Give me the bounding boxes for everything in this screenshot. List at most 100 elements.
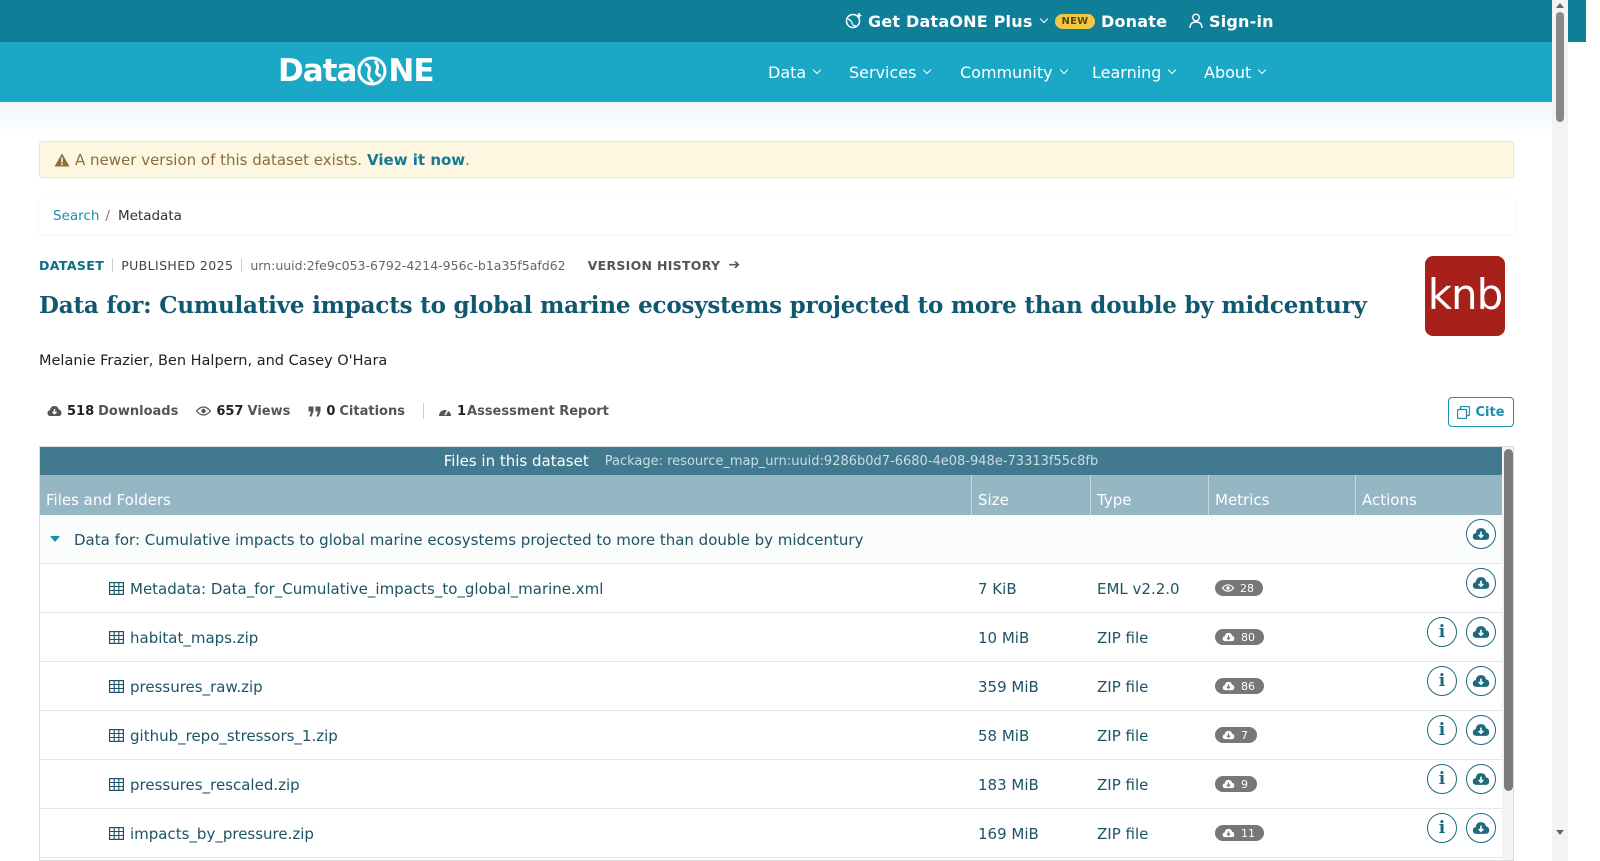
get-dataone-plus-menu[interactable]: Get DataONE Plus NEW xyxy=(845,0,1096,42)
table-icon xyxy=(109,680,124,693)
chevron-down-icon xyxy=(1168,65,1177,75)
dataset-metrics: 518 Downloads 657 Views 0 Citations 1 Assess… xyxy=(47,402,627,420)
info-button[interactable]: i xyxy=(1427,617,1457,647)
assessment-count: 1 xyxy=(456,403,467,419)
metric-badge: 7 xyxy=(1215,727,1257,743)
nav-community[interactable]: Community xyxy=(960,42,1068,102)
cite-button[interactable]: Cite xyxy=(1448,397,1514,427)
views-count: 657 xyxy=(216,403,244,419)
assessment-report-stat[interactable]: 1 Assessment Report xyxy=(438,404,609,419)
page-scrollbar-thumb[interactable] xyxy=(1556,12,1564,122)
metric-badge: 11 xyxy=(1215,825,1264,841)
file-name-label[interactable]: pressures_raw.zip xyxy=(130,678,263,696)
file-row[interactable]: github_repo_stressors_1.zip 58 MiB ZIP fil… xyxy=(40,711,1502,760)
file-name-label[interactable]: impacts_by_pressure.zip xyxy=(130,825,314,843)
download-button[interactable] xyxy=(1466,617,1496,647)
metric-count: 9 xyxy=(1241,777,1248,791)
knb-repository-logo[interactable]: knb xyxy=(1425,256,1505,336)
info-icon: i xyxy=(1438,720,1446,740)
donate-link[interactable]: Donate xyxy=(1101,0,1167,42)
info-button[interactable]: i xyxy=(1427,813,1457,843)
nav-data[interactable]: Data xyxy=(768,42,822,102)
nav-services[interactable]: Services xyxy=(849,42,932,102)
new-badge: NEW xyxy=(1054,13,1096,29)
downloads-stat[interactable]: 518 Downloads xyxy=(47,404,178,419)
breadcrumb-search[interactable]: Search xyxy=(53,208,99,224)
sign-in-link[interactable]: Sign-in xyxy=(1189,0,1274,42)
file-size: 10 MiB xyxy=(978,628,1030,647)
file-row[interactable]: impacts_by_pressure.zip 169 MiB ZIP file 11… xyxy=(40,809,1502,858)
scroll-up-arrow-icon[interactable] xyxy=(1556,3,1564,8)
info-icon: i xyxy=(1438,671,1446,691)
dataset-identifier[interactable]: urn:uuid:2fe9c053-6792-4214-956c-b1a35f5… xyxy=(250,258,565,273)
file-name-label[interactable]: github_repo_stressors_1.zip xyxy=(130,727,338,745)
views-stat[interactable]: 657 Views xyxy=(196,404,290,419)
caret-down-icon[interactable] xyxy=(50,536,60,542)
download-button[interactable] xyxy=(1466,715,1496,745)
downloads-label: Downloads xyxy=(98,403,179,419)
file-name-label[interactable]: habitat_maps.zip xyxy=(130,629,258,647)
file-type: ZIP file xyxy=(1097,824,1149,843)
citations-stat[interactable]: 0 Citations xyxy=(308,404,405,419)
table-scrollbar[interactable] xyxy=(1502,447,1513,860)
divider xyxy=(422,403,424,419)
download-folder-button[interactable] xyxy=(1466,519,1496,549)
main-navigation: Data NE Data Services Community Learning… xyxy=(0,42,1552,102)
file-name[interactable]: github_repo_stressors_1.zip xyxy=(109,711,338,760)
column-size: Size xyxy=(972,475,1091,515)
top-utility-bar: Get DataONE Plus NEW Donate Sign-in xyxy=(0,0,1586,42)
folder-name[interactable]: Data for: Cumulative impacts to global m… xyxy=(74,515,863,564)
page-scrollbar[interactable] xyxy=(1552,0,1568,861)
metric-badge: 28 xyxy=(1215,580,1263,596)
info-button[interactable]: i xyxy=(1427,715,1457,745)
download-button[interactable] xyxy=(1466,666,1496,696)
download-button[interactable] xyxy=(1466,568,1496,598)
file-row[interactable]: pressures_raw.zip 359 MiB ZIP file 86 i xyxy=(40,662,1502,711)
metric-count: 7 xyxy=(1241,728,1248,742)
file-name-label[interactable]: Metadata: Data_for_Cumulative_impacts_to… xyxy=(130,580,603,598)
download-button[interactable] xyxy=(1466,813,1496,843)
file-name[interactable]: pressures_rescaled.zip xyxy=(109,760,300,809)
alert-suffix: . xyxy=(465,150,470,169)
file-name[interactable]: Metadata: Data_for_Cumulative_impacts_to… xyxy=(109,564,603,613)
column-actions: Actions xyxy=(1362,491,1417,509)
file-name[interactable]: impacts_by_pressure.zip xyxy=(109,809,314,858)
metric-badge: 86 xyxy=(1215,678,1264,694)
file-type: ZIP file xyxy=(1097,775,1149,794)
file-size: 169 MiB xyxy=(978,824,1039,843)
files-table-columns: Files and Folders Size Type Metrics Acti… xyxy=(40,475,1502,515)
nav-community-label: Community xyxy=(960,62,1053,82)
file-size: 7 KiB xyxy=(978,579,1017,598)
info-button[interactable]: i xyxy=(1427,764,1457,794)
cloud-download-icon xyxy=(1472,773,1490,785)
breadcrumb-separator: / xyxy=(105,208,110,224)
dataone-logo[interactable]: Data NE xyxy=(278,52,435,90)
file-row[interactable]: Metadata: Data_for_Cumulative_impacts_to… xyxy=(40,564,1502,613)
info-icon: i xyxy=(1438,769,1446,789)
nav-shadow xyxy=(0,102,1552,132)
scroll-down-arrow-icon[interactable] xyxy=(1556,830,1564,835)
file-name-label[interactable]: pressures_rescaled.zip xyxy=(130,776,300,794)
file-name[interactable]: pressures_raw.zip xyxy=(109,662,263,711)
table-icon xyxy=(109,827,124,840)
table-scrollbar-thumb[interactable] xyxy=(1504,449,1513,791)
info-button[interactable]: i xyxy=(1427,666,1457,696)
table-icon xyxy=(109,631,124,644)
folder-row[interactable]: Data for: Cumulative impacts to global m… xyxy=(40,515,1502,564)
version-history-link[interactable]: VERSION HISTORY ➔ xyxy=(588,257,741,273)
view-it-now-link[interactable]: View it now xyxy=(367,151,465,169)
file-row[interactable]: pressures_rescaled.zip 183 MiB ZIP file 9 i xyxy=(40,760,1502,809)
quote-icon xyxy=(308,406,321,416)
views-label: Views xyxy=(247,403,291,419)
nav-about[interactable]: About xyxy=(1204,42,1267,102)
file-name[interactable]: habitat_maps.zip xyxy=(109,613,258,662)
package-identifier: Package: resource_map_urn:uuid:9286b0d7-… xyxy=(604,453,1099,469)
eye-icon xyxy=(196,406,212,416)
cloud-download-icon xyxy=(1222,681,1235,691)
cloud-download-icon xyxy=(1222,779,1235,789)
cloud-download-icon xyxy=(1472,577,1490,589)
download-button[interactable] xyxy=(1466,764,1496,794)
cloud-download-icon xyxy=(1222,632,1235,642)
nav-learning[interactable]: Learning xyxy=(1092,42,1177,102)
file-row[interactable]: habitat_maps.zip 10 MiB ZIP file 80 i xyxy=(40,613,1502,662)
